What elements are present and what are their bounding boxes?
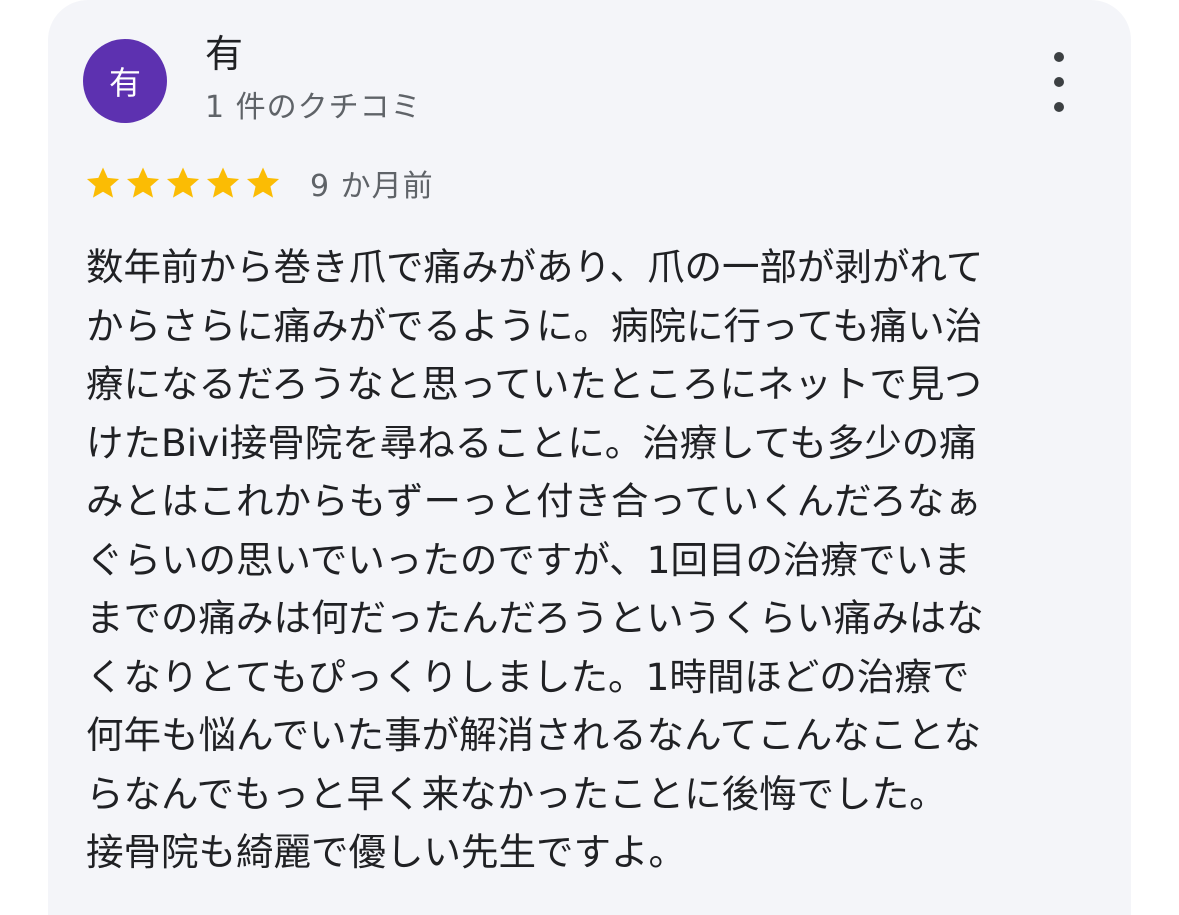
review-text-line: くなりとてもぴっくりしました。1時間ほどの治療で xyxy=(86,654,970,699)
star-icon xyxy=(244,164,282,202)
review-text-line: らなんでもっと早く来なかったことに後悔でした。 xyxy=(86,771,947,816)
review-text-line: みとはこれからもずーっと付き合っていくんだろなぁ xyxy=(86,479,982,523)
more-vert-icon xyxy=(1054,52,1064,62)
review-text-line: ぐらいの思いでいったのですが、1回目の治療でいま xyxy=(86,537,971,582)
star-icon xyxy=(164,164,202,202)
author-name[interactable]: 有 xyxy=(205,30,243,78)
star-icon xyxy=(204,164,242,202)
review-text-line: からさらに痛みがでるように。病院に行っても痛い治 xyxy=(86,303,983,348)
star-icon xyxy=(84,164,122,202)
review-time: 9 か月前 xyxy=(310,169,434,204)
review-text-line: までの痛みは何だったんだろうというくらい痛みはな xyxy=(86,596,984,640)
review-text: 数年前から巻き爪で痛みがあり、爪の一部が剥がれて からさらに痛みがでるように。病院… xyxy=(86,238,1116,882)
review-count[interactable]: 1 件のクチコミ xyxy=(205,88,422,128)
review-text-line: 療になるだろうなと思っていたところにネットで見つ xyxy=(86,362,982,406)
star-icon xyxy=(124,164,162,202)
review-text-line: 数年前から巻き爪で痛みがあり、爪の一部が剥がれて xyxy=(86,245,984,289)
review-text-line: けたBivi接骨院を尋ねることに。治療しても多少の痛 xyxy=(86,420,977,465)
review-text-line: 接骨院も綺麗で優しい先生ですよ。 xyxy=(86,830,686,874)
more-options-button[interactable] xyxy=(1036,52,1082,112)
star-rating xyxy=(84,164,284,202)
rating-row: 9 か月前 xyxy=(84,158,434,208)
avatar-initial: 有 xyxy=(108,64,141,102)
more-vert-icon-dot xyxy=(1054,102,1064,112)
review-text-line: 何年も悩んでいた事が解消されるなんてこんなことな xyxy=(86,713,982,757)
more-vert-icon-dot xyxy=(1054,77,1064,87)
avatar[interactable]: 有 xyxy=(83,39,167,123)
